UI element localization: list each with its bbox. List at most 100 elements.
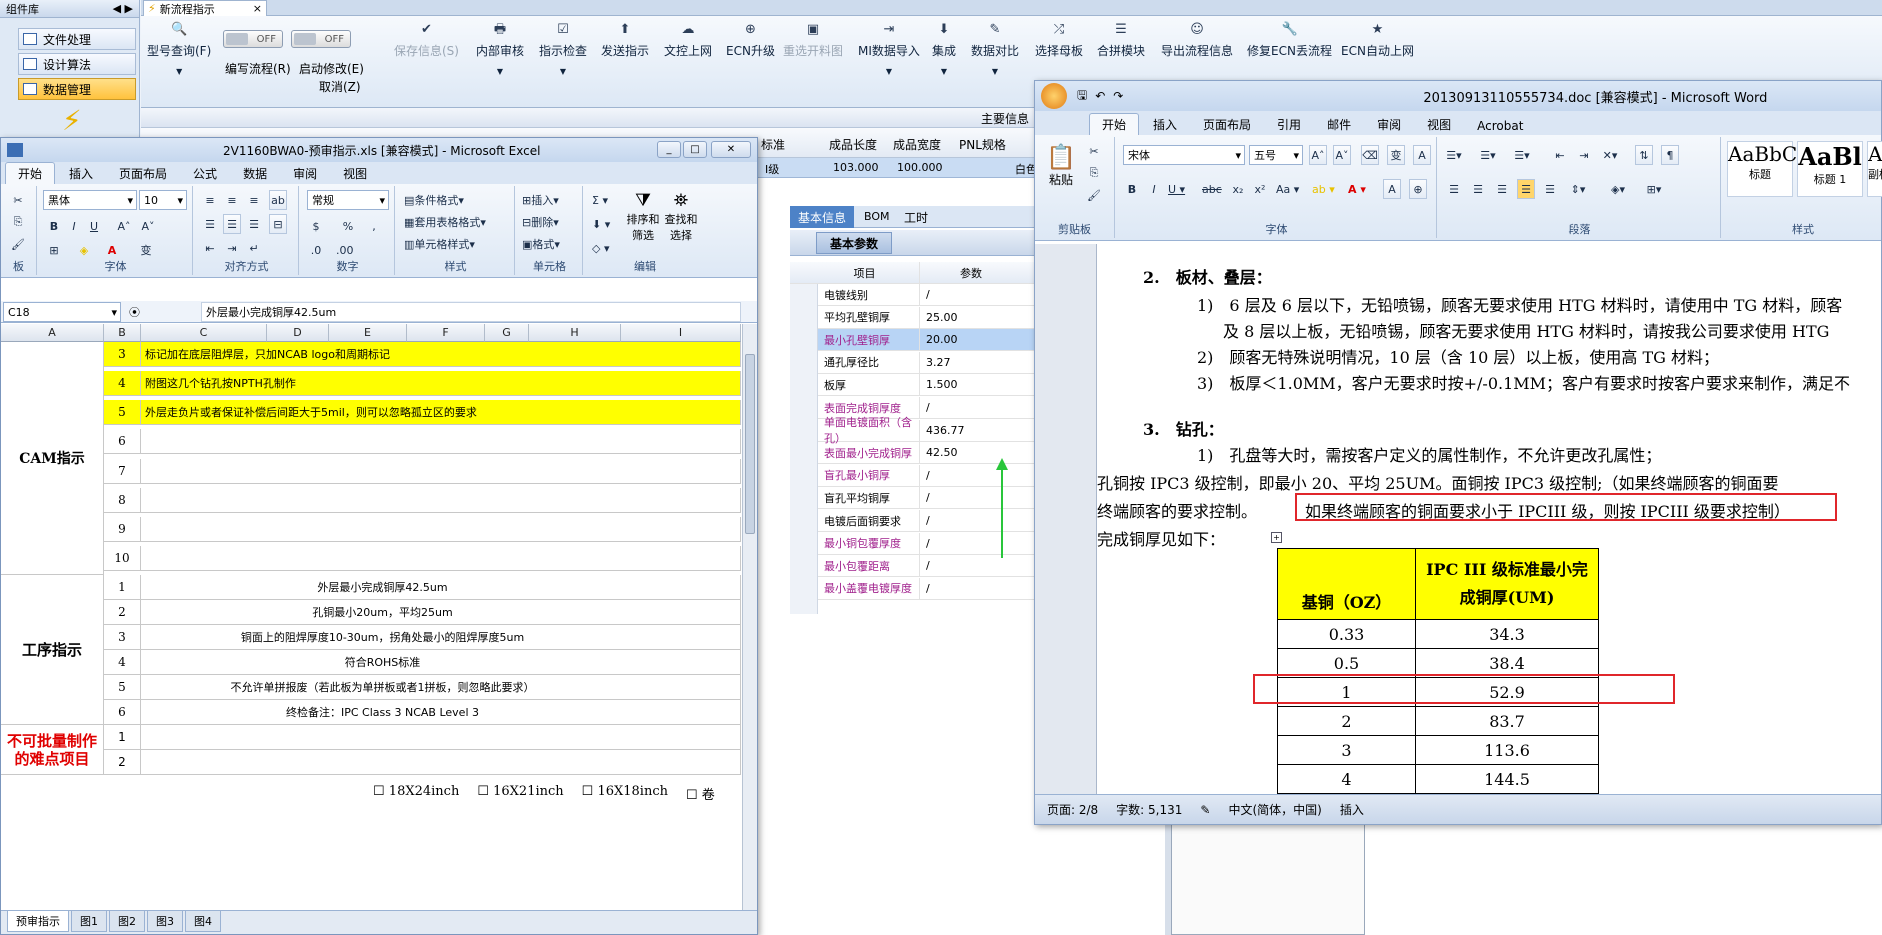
instruction-cell[interactable] [141,458,741,484]
param-value[interactable]: / [920,537,930,550]
doc-upload-button[interactable]: ☁ 文控上网 [664,22,712,59]
ribbon-tab-5[interactable]: 审阅 [1365,114,1413,135]
insert-cells-button[interactable]: ⊞ 插入 ▾ [521,190,560,210]
instruction-cell[interactable]: 标记加在底层阻焊层，只加NCAB logo和周期标记 [141,342,741,367]
format-cells-button[interactable]: ▣ 格式 ▾ [521,234,561,254]
style-normal[interactable]: AaBbC 标题 [1727,141,1797,197]
maximize-button[interactable]: □ [683,141,707,158]
sheet-tab-0[interactable]: 预审指示 [7,911,69,932]
instruction-cell[interactable] [141,429,741,455]
strike-button[interactable]: abc [1201,179,1223,199]
number-format-box[interactable]: 常规 ▾ [307,190,389,210]
align-right-icon[interactable]: ☰ [1493,179,1511,199]
tab-hours[interactable]: 工时 [904,209,928,226]
save-info-button[interactable]: ✔ 保存信息(S) [394,22,459,59]
sum-icon[interactable]: Σ ▾ [591,190,609,210]
close-icon[interactable]: × [253,2,262,15]
start-modify-switch[interactable]: OFF [291,30,351,48]
justify-icon[interactable]: ☰ [1517,179,1535,199]
col-header-h[interactable]: H [529,324,621,342]
find-select-button[interactable]: ⛯ 查找和选择 [663,190,699,243]
instruction-cell[interactable] [141,725,741,750]
instruction-cell[interactable] [141,750,741,775]
align-left-icon[interactable]: ☰ [1445,179,1463,199]
param-value[interactable]: / [920,559,930,572]
shrink-font-button[interactable]: A˅ [139,216,157,236]
office-button[interactable] [1041,83,1067,109]
document-page[interactable]: 2. 板材、叠层： 1) 6 层及 6 层以下，无铅喷锡，顾客无要求使用 HTG… [1097,244,1881,794]
status-words[interactable]: 字数: 5,131 [1116,801,1182,818]
outdent-icon[interactable]: ⇥ [223,238,241,258]
instruction-cell[interactable]: 终检备注：IPC Class 3 NCAB Level 3 [141,700,741,725]
multilevel-icon[interactable]: ☰▾ [1513,145,1531,165]
col-header-i[interactable]: I [621,324,741,342]
param-row[interactable]: 电镀线别 / [790,284,1034,306]
integrate-button[interactable]: ⬇ 集成 ▼ [932,22,956,76]
param-row[interactable]: 通孔厚径比 3.27 [790,351,1034,374]
borders-icon[interactable]: ⊞▾ [1645,179,1663,199]
fill-color-icon[interactable]: ◈ [75,240,93,260]
ribbon-tab-4[interactable]: 数据 [231,163,279,184]
font-color-icon[interactable]: A [103,240,121,260]
param-value[interactable]: 436.77 [920,424,965,437]
scroll-thumb[interactable] [745,354,755,534]
align-middle-icon[interactable]: ≡ [223,190,241,210]
format-painter-icon[interactable]: 🖌 [9,234,27,254]
fix-ecn-button[interactable]: 🔧 修复ECN丢流程 [1247,22,1332,59]
font-color-icon[interactable]: A ▾ [1347,179,1367,199]
data-compare-button[interactable]: ✎ 数据对比 ▼ [971,22,1019,76]
param-value[interactable]: / [920,401,930,414]
cut-icon[interactable]: ✂ [9,190,27,210]
enclose-char-button[interactable]: ⊕ [1409,179,1427,199]
instruction-cell[interactable]: 符合ROHS标准 [141,650,741,675]
send-instruction-button[interactable]: ⬆ 发送指示 [601,22,649,59]
show-marks-icon[interactable]: ¶ [1661,145,1679,165]
cancel-label[interactable]: 取消(Z) [319,78,361,95]
quick-save-icon[interactable]: 🖫 [1077,86,1087,107]
distribute-icon[interactable]: ☰ [1541,179,1559,199]
merge-center-icon[interactable]: ⊟ [269,214,287,234]
ribbon-tab-5[interactable]: 审阅 [281,163,329,184]
wrap-icon[interactable]: ↵ [245,238,263,258]
param-value[interactable]: 3.27 [920,356,951,369]
status-language[interactable]: 中文(简体，中国) [1228,801,1321,818]
redo-icon[interactable]: ↷ [1113,89,1123,103]
decrease-decimal-icon[interactable]: .00 [335,240,355,260]
tab-new-flow[interactable]: ⚡ 新流程指示 × [143,0,267,16]
align-center-icon[interactable]: ☰ [1469,179,1487,199]
indent-icon[interactable]: ⇤ [201,238,219,258]
asian-layout-icon[interactable]: ✕▾ [1601,145,1619,165]
numbering-icon[interactable]: ☰▾ [1479,145,1497,165]
delete-cells-button[interactable]: ⊟ 删除 ▾ [521,212,560,232]
sidebar-item-design[interactable]: 设计算法 [18,53,136,75]
ribbon-tab-1[interactable]: 插入 [57,163,105,184]
sheet-tab-1[interactable]: 图1 [71,911,107,932]
instruction-cell[interactable]: 孔铜最小20um，平均25um [141,600,741,625]
col-header-g[interactable]: G [485,324,529,342]
italic-button[interactable]: I [1145,179,1163,199]
param-row[interactable]: 最小盖覆电镀厚度 / [790,577,1034,600]
instruction-cell[interactable]: 不允许单拼报废（若此板为单拼板或者1拼板，则忽略此要求） [141,675,741,700]
table-format-button[interactable]: ▦ 套用表格格式 ▾ [403,212,487,232]
param-value[interactable]: / [920,491,930,504]
case-button[interactable]: Aa ▾ [1275,179,1300,199]
grow-font-button[interactable]: A˄ [1309,145,1327,165]
ribbon-tab-1[interactable]: 插入 [1141,114,1189,135]
paste-button[interactable]: 📋 粘贴 [1043,143,1079,188]
col-header-d[interactable]: D [267,324,329,342]
param-value[interactable]: 1.500 [920,378,958,391]
ribbon-tab-2[interactable]: 页面布局 [107,163,179,184]
clear-format-button[interactable]: ⌫ [1361,145,1379,165]
instruction-cell[interactable] [141,545,741,571]
font-size-box[interactable]: 五号 ▾ [1249,145,1303,165]
line-spacing-icon[interactable]: ⇕▾ [1569,179,1587,199]
tab-basic-info[interactable]: 基本信息 [790,206,854,228]
instruction-cell[interactable]: 外层最小完成铜厚42.5um [141,575,741,600]
ribbon-tab-7[interactable]: Acrobat [1465,117,1535,135]
font-name-box[interactable]: 宋体 ▾ [1123,145,1245,165]
sidebar-item-file[interactable]: 文件处理 [18,28,136,50]
format-painter-icon[interactable]: 🖌 [1085,185,1103,205]
char-border-button[interactable]: A [1413,145,1431,165]
write-flow-switch[interactable]: OFF [223,30,283,48]
param-value[interactable]: / [920,514,930,527]
